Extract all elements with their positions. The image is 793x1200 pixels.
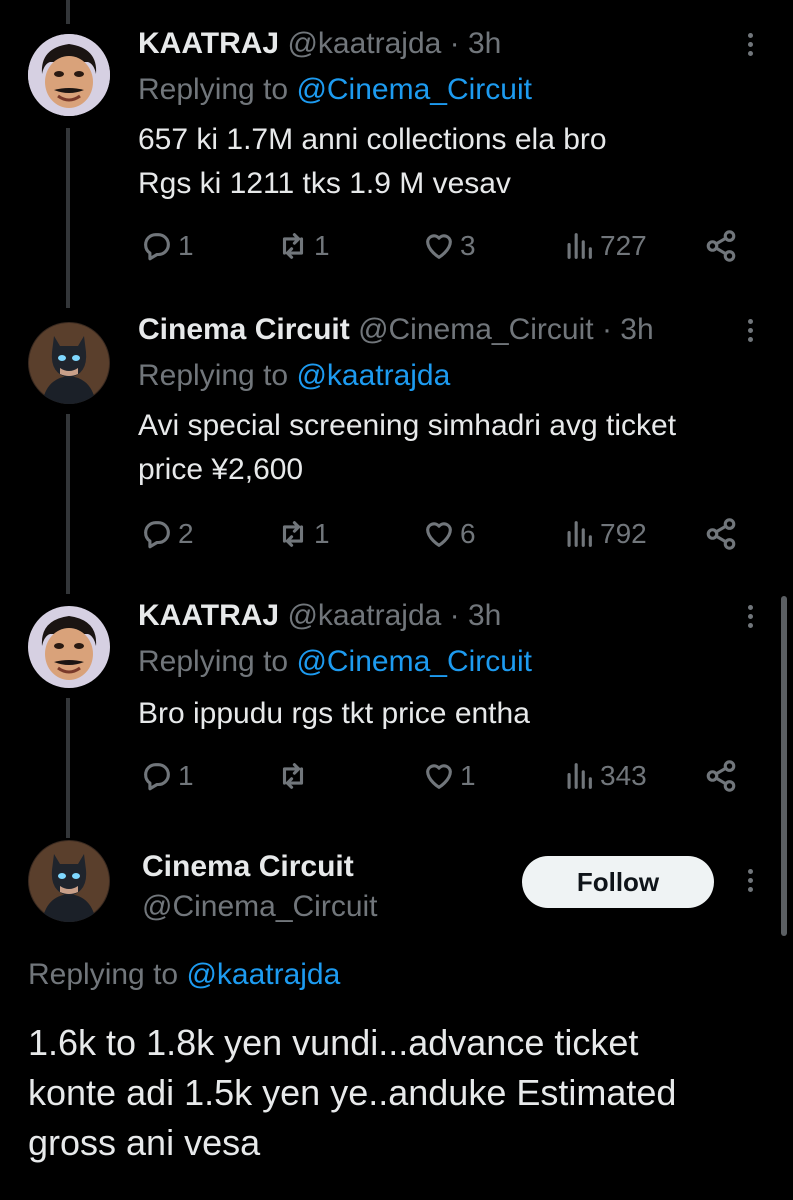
reply-icon <box>144 233 170 261</box>
like-icon <box>426 764 452 789</box>
views-button[interactable]: 792 <box>562 514 647 554</box>
reply-count: 1 <box>178 760 194 791</box>
like-count: 1 <box>460 760 476 791</box>
more-icon[interactable] <box>738 30 762 60</box>
avatar[interactable] <box>28 840 110 922</box>
retweet-button[interactable] <box>276 756 314 796</box>
reply-button[interactable]: 1 <box>140 756 194 796</box>
reply-count: 2 <box>178 518 194 549</box>
reply-icon <box>144 521 170 549</box>
tweet-text-line: gross ani vesa <box>28 1122 261 1163</box>
handle[interactable]: @kaatrajda <box>287 27 441 60</box>
retweet-count: 1 <box>314 230 330 261</box>
more-icon[interactable] <box>738 602 762 632</box>
replying-to-label: Replying to <box>138 645 289 678</box>
handle[interactable]: @Cinema_Circuit <box>358 313 594 346</box>
share-icon <box>706 760 736 792</box>
tweet-text: Avi special screening simhadri avg ticke… <box>138 404 778 492</box>
display-name[interactable]: KAATRAJ <box>138 27 279 60</box>
retweet-icon <box>282 763 304 789</box>
handle[interactable]: @kaatrajda <box>287 599 441 632</box>
replying-to-link[interactable]: @kaatrajda <box>296 359 450 392</box>
views-icon <box>567 233 592 259</box>
views-count: 792 <box>600 518 647 549</box>
retweet-count: 1 <box>314 518 330 549</box>
retweet-button[interactable]: 1 <box>276 226 330 266</box>
retweet-icon <box>282 233 304 259</box>
share-button[interactable] <box>704 514 738 554</box>
retweet-button[interactable]: 1 <box>276 514 330 554</box>
more-icon[interactable] <box>738 866 762 896</box>
thread-line <box>66 128 70 308</box>
display-name[interactable]: Cinema Circuit <box>142 850 354 884</box>
reply-icon <box>144 763 170 791</box>
replying-to-link[interactable]: @Cinema_Circuit <box>296 645 532 678</box>
share-icon <box>706 230 736 262</box>
tweet-text: 1.6k to 1.8k yen vundi...advance ticket … <box>28 1018 768 1168</box>
like-icon <box>426 522 452 547</box>
like-icon <box>426 234 452 259</box>
replying-to-label: Replying to <box>138 359 289 392</box>
thread-line <box>66 0 70 24</box>
tweet-text-line: 657 ki 1.7M anni collections ela bro <box>138 123 607 156</box>
avatar[interactable] <box>28 34 110 116</box>
tweet-text-line: 1.6k to 1.8k yen vundi...advance ticket <box>28 1022 639 1063</box>
like-button[interactable]: 1 <box>422 756 476 796</box>
tweet-text: Bro ippudu rgs tkt price entha <box>138 692 778 736</box>
timestamp[interactable]: · 3h <box>602 313 654 346</box>
replying-to-label: Replying to <box>28 958 179 991</box>
like-button[interactable]: 6 <box>422 514 476 554</box>
like-count: 6 <box>460 518 476 549</box>
more-icon[interactable] <box>738 316 762 346</box>
tweet-header: KAATRAJ @kaatrajda · 3h <box>138 26 501 62</box>
replying-to: Replying to @Cinema_Circuit <box>138 72 532 108</box>
tweet-text: 657 ki 1.7M anni collections ela bro Rgs… <box>138 118 778 206</box>
share-button[interactable] <box>704 226 738 266</box>
views-button[interactable]: 727 <box>562 226 647 266</box>
tweet-header: Cinema Circuit @Cinema_Circuit · 3h <box>138 312 654 348</box>
thread-line <box>66 698 70 838</box>
replying-to: Replying to @kaatrajda <box>28 958 340 992</box>
thread-line <box>66 414 70 594</box>
retweet-icon <box>282 521 304 547</box>
replying-to-link[interactable]: @kaatrajda <box>186 958 340 991</box>
replying-to-label: Replying to <box>138 73 289 106</box>
scrollbar[interactable] <box>781 596 787 936</box>
reply-button[interactable]: 2 <box>140 514 194 554</box>
views-icon <box>567 521 592 547</box>
tweet-text-line: Bro ippudu rgs tkt price entha <box>138 697 530 730</box>
display-name[interactable]: Cinema Circuit <box>138 313 350 346</box>
views-button[interactable]: 343 <box>562 756 647 796</box>
like-button[interactable]: 3 <box>422 226 476 266</box>
avatar[interactable] <box>28 606 110 688</box>
reply-button[interactable]: 1 <box>140 226 194 266</box>
timestamp[interactable]: · 3h <box>450 599 502 632</box>
display-name[interactable]: KAATRAJ <box>138 599 279 632</box>
views-icon <box>567 763 592 789</box>
reply-count: 1 <box>178 230 194 261</box>
replying-to: Replying to @Cinema_Circuit <box>138 644 532 680</box>
share-button[interactable] <box>704 756 738 796</box>
replying-to-link[interactable]: @Cinema_Circuit <box>296 73 532 106</box>
avatar[interactable] <box>28 322 110 404</box>
views-count: 343 <box>600 760 647 791</box>
handle[interactable]: @Cinema_Circuit <box>142 890 378 924</box>
tweet-header: KAATRAJ @kaatrajda · 3h <box>138 598 501 634</box>
tweet-text-line: Rgs ki 1211 tks 1.9 M vesav <box>138 167 511 200</box>
tweet-text-line: Avi special screening simhadri avg ticke… <box>138 409 677 442</box>
share-icon <box>706 518 736 550</box>
follow-button[interactable]: Follow <box>522 856 714 908</box>
timestamp[interactable]: · 3h <box>450 27 502 60</box>
replying-to: Replying to @kaatrajda <box>138 358 450 394</box>
like-count: 3 <box>460 230 476 261</box>
tweet-text-line: konte adi 1.5k yen ye..anduke Estimated <box>28 1072 677 1113</box>
views-count: 727 <box>600 230 647 261</box>
tweet-text-line: price ¥2,600 <box>138 453 304 486</box>
